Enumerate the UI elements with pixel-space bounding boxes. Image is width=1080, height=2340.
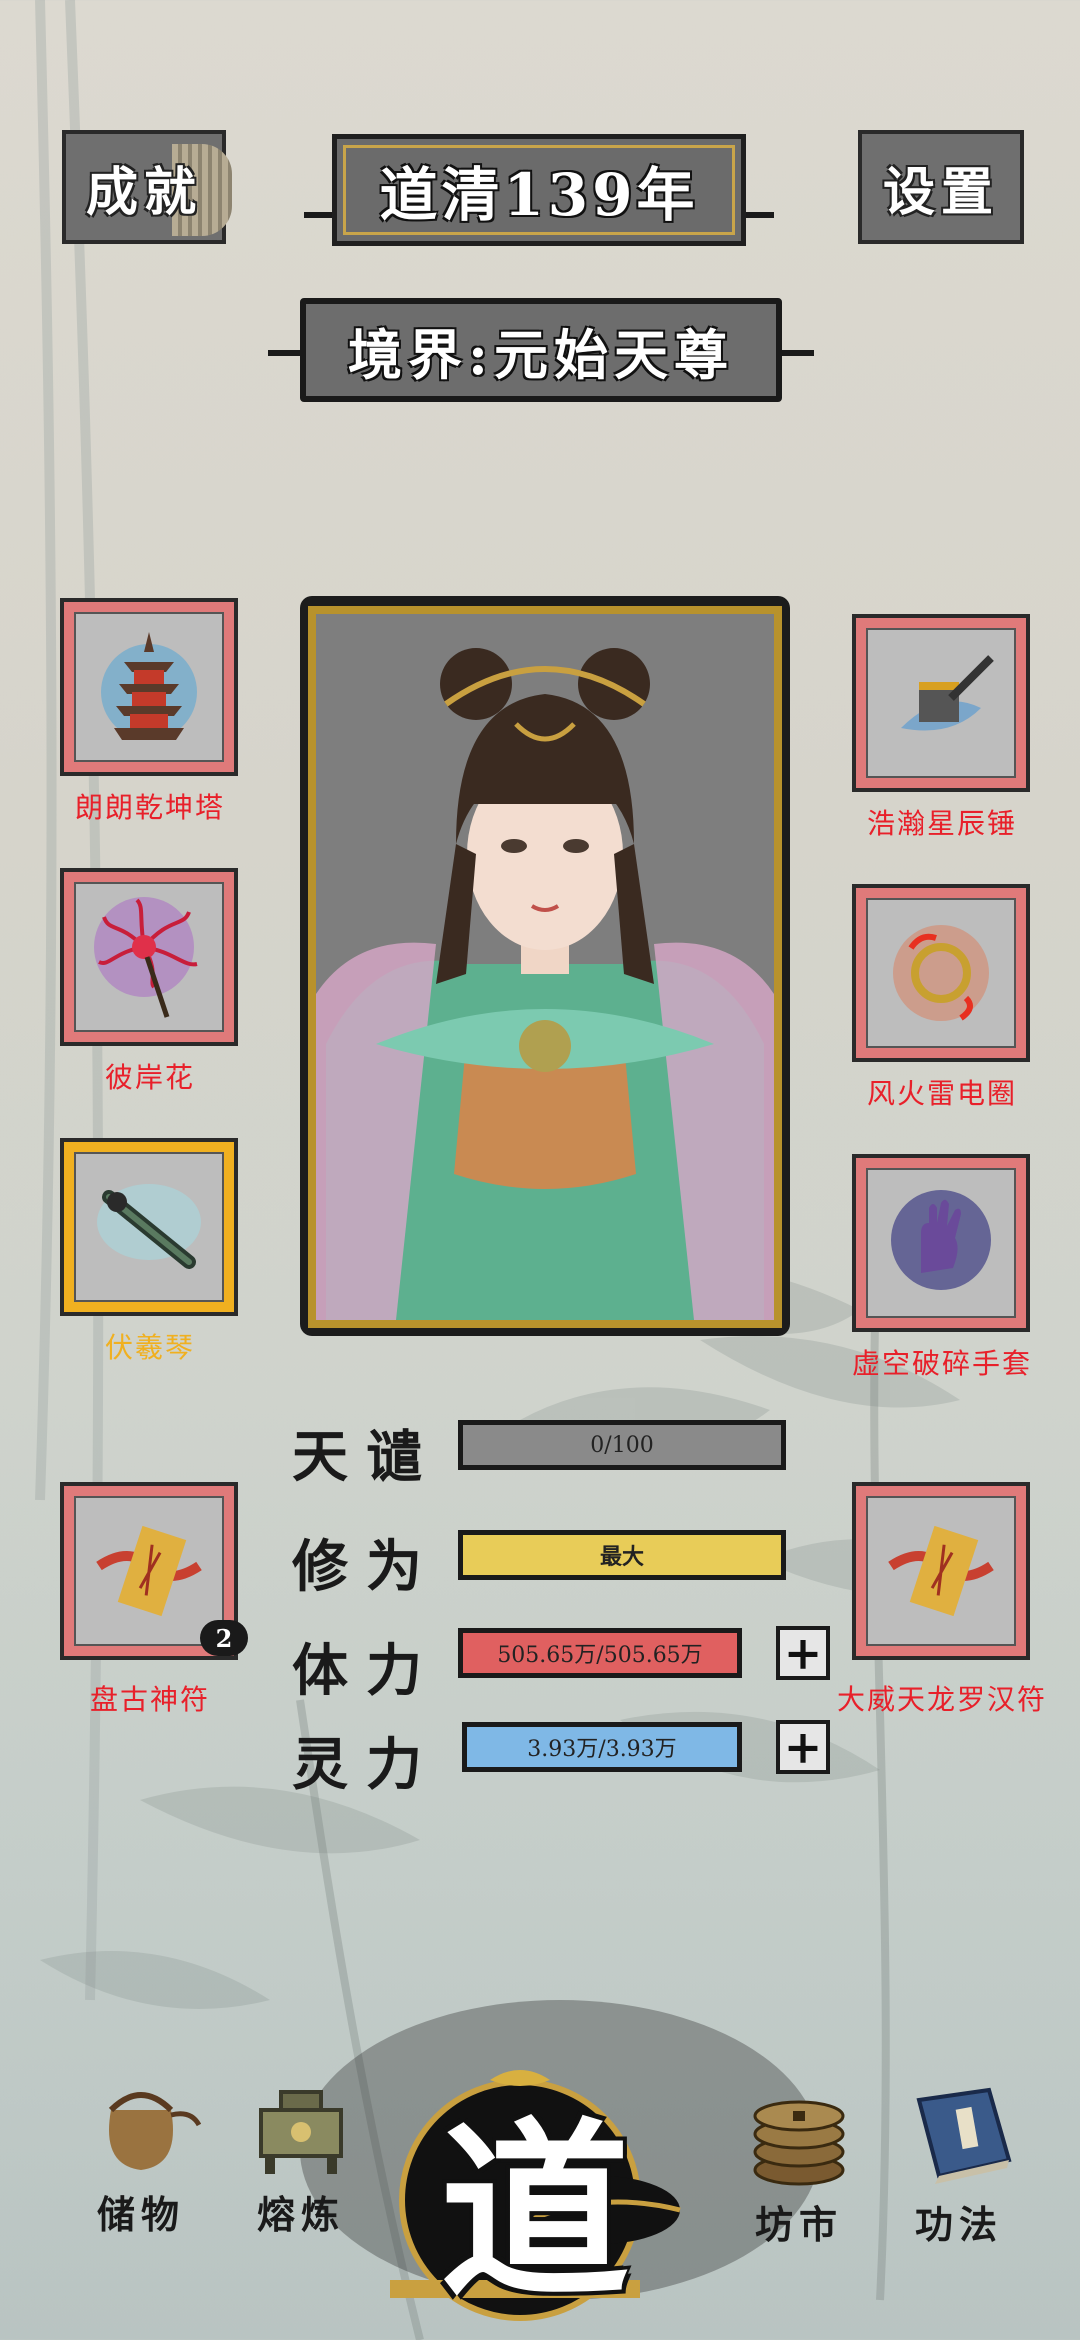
nav-refine-label: 熔炼 [256, 2192, 345, 2237]
equip-label-right-1: 浩瀚星辰锤 [866, 807, 1017, 840]
settings-button[interactable]: 设置 [858, 130, 1024, 244]
stat-bar-lingli: 3.93万/3.93万 [462, 1722, 742, 1772]
equip-slot-right-2[interactable] [852, 884, 1030, 1062]
character-avatar [316, 614, 774, 1320]
stat-value-tianqian: 0/100 [590, 1432, 654, 1458]
stat-label-tianqian: 天谴 [292, 1424, 440, 1490]
equip-label-left-1: 朗朗乾坤塔 [74, 791, 225, 824]
talisman-slot-right[interactable] [852, 1482, 1030, 1660]
spider-lily-icon [94, 897, 198, 1018]
stat-label-xiuwei: 修为 [292, 1534, 440, 1600]
stat-label-lingli: 灵力 [292, 1732, 440, 1798]
nav-storage-label: 储物 [96, 2192, 185, 2237]
equip-label-right-2: 风火雷电圈 [866, 1077, 1017, 1110]
character-portrait [308, 606, 782, 1328]
equip-slot-right-3[interactable] [852, 1154, 1030, 1332]
talisman-count-badge: 2 [200, 1620, 248, 1656]
nav-market-label: 坊市 [754, 2202, 843, 2247]
year-label: 道清139年 [379, 161, 699, 229]
lingli-plus-button[interactable]: + [776, 1720, 830, 1774]
talisman-icon [888, 1525, 994, 1617]
stat-label-tili: 体力 [292, 1638, 440, 1704]
nav-storage[interactable]: 储物 [66, 2070, 216, 2239]
stat-value-xiuwei: 最大 [599, 1544, 644, 1570]
coins-icon [753, 2100, 845, 2186]
glove-icon [891, 1190, 991, 1290]
stat-bar-tianqian: 0/100 [458, 1420, 786, 1470]
equip-slot-left-1[interactable] [60, 598, 238, 776]
cauldron-icon [259, 2090, 343, 2174]
equip-label-left-2: 彼岸花 [104, 1061, 195, 1094]
talisman-icon [96, 1525, 202, 1617]
ring-icon [893, 925, 989, 1021]
dao-label: 道 [439, 2099, 630, 2323]
equip-slot-right-1[interactable] [852, 614, 1030, 792]
stat-bar-tili: 505.65万/505.65万 [458, 1628, 742, 1678]
talisman-label-right: 大威天龙罗汉符 [836, 1683, 1047, 1716]
nav-market[interactable]: 坊市 [724, 2080, 874, 2249]
year-plaque: 道清139年 [332, 134, 746, 246]
book-icon [916, 2087, 1012, 2184]
nav-skills[interactable]: 功法 [884, 2080, 1034, 2249]
realm-plaque: 境界:元始天尊 [300, 298, 782, 402]
equip-label-left-3: 伏羲琴 [104, 1331, 195, 1364]
realm-label: 境界:元始天尊 [348, 322, 734, 387]
nav-skills-label: 功法 [914, 2202, 1003, 2247]
nav-refine[interactable]: 熔炼 [226, 2070, 376, 2239]
tili-plus-button[interactable]: + [776, 1626, 830, 1680]
stat-value-lingli: 3.93万/3.93万 [527, 1737, 677, 1762]
pagoda-icon [101, 632, 197, 740]
stat-value-tili: 505.65万/505.65万 [497, 1643, 703, 1668]
flute-icon [97, 1184, 201, 1269]
bag-icon [108, 2092, 202, 2170]
talisman-label-left: 盘古神符 [89, 1683, 210, 1716]
dao-cultivate-button[interactable]: 道 [380, 2060, 690, 2330]
equip-slot-left-3[interactable] [60, 1138, 238, 1316]
hammer-icon [901, 655, 994, 731]
equip-label-right-3: 虚空破碎手套 [851, 1347, 1032, 1380]
stat-bar-xiuwei: 最大 [458, 1530, 786, 1580]
equip-slot-left-2[interactable] [60, 868, 238, 1046]
achievements-button[interactable]: 成就 [62, 130, 232, 244]
